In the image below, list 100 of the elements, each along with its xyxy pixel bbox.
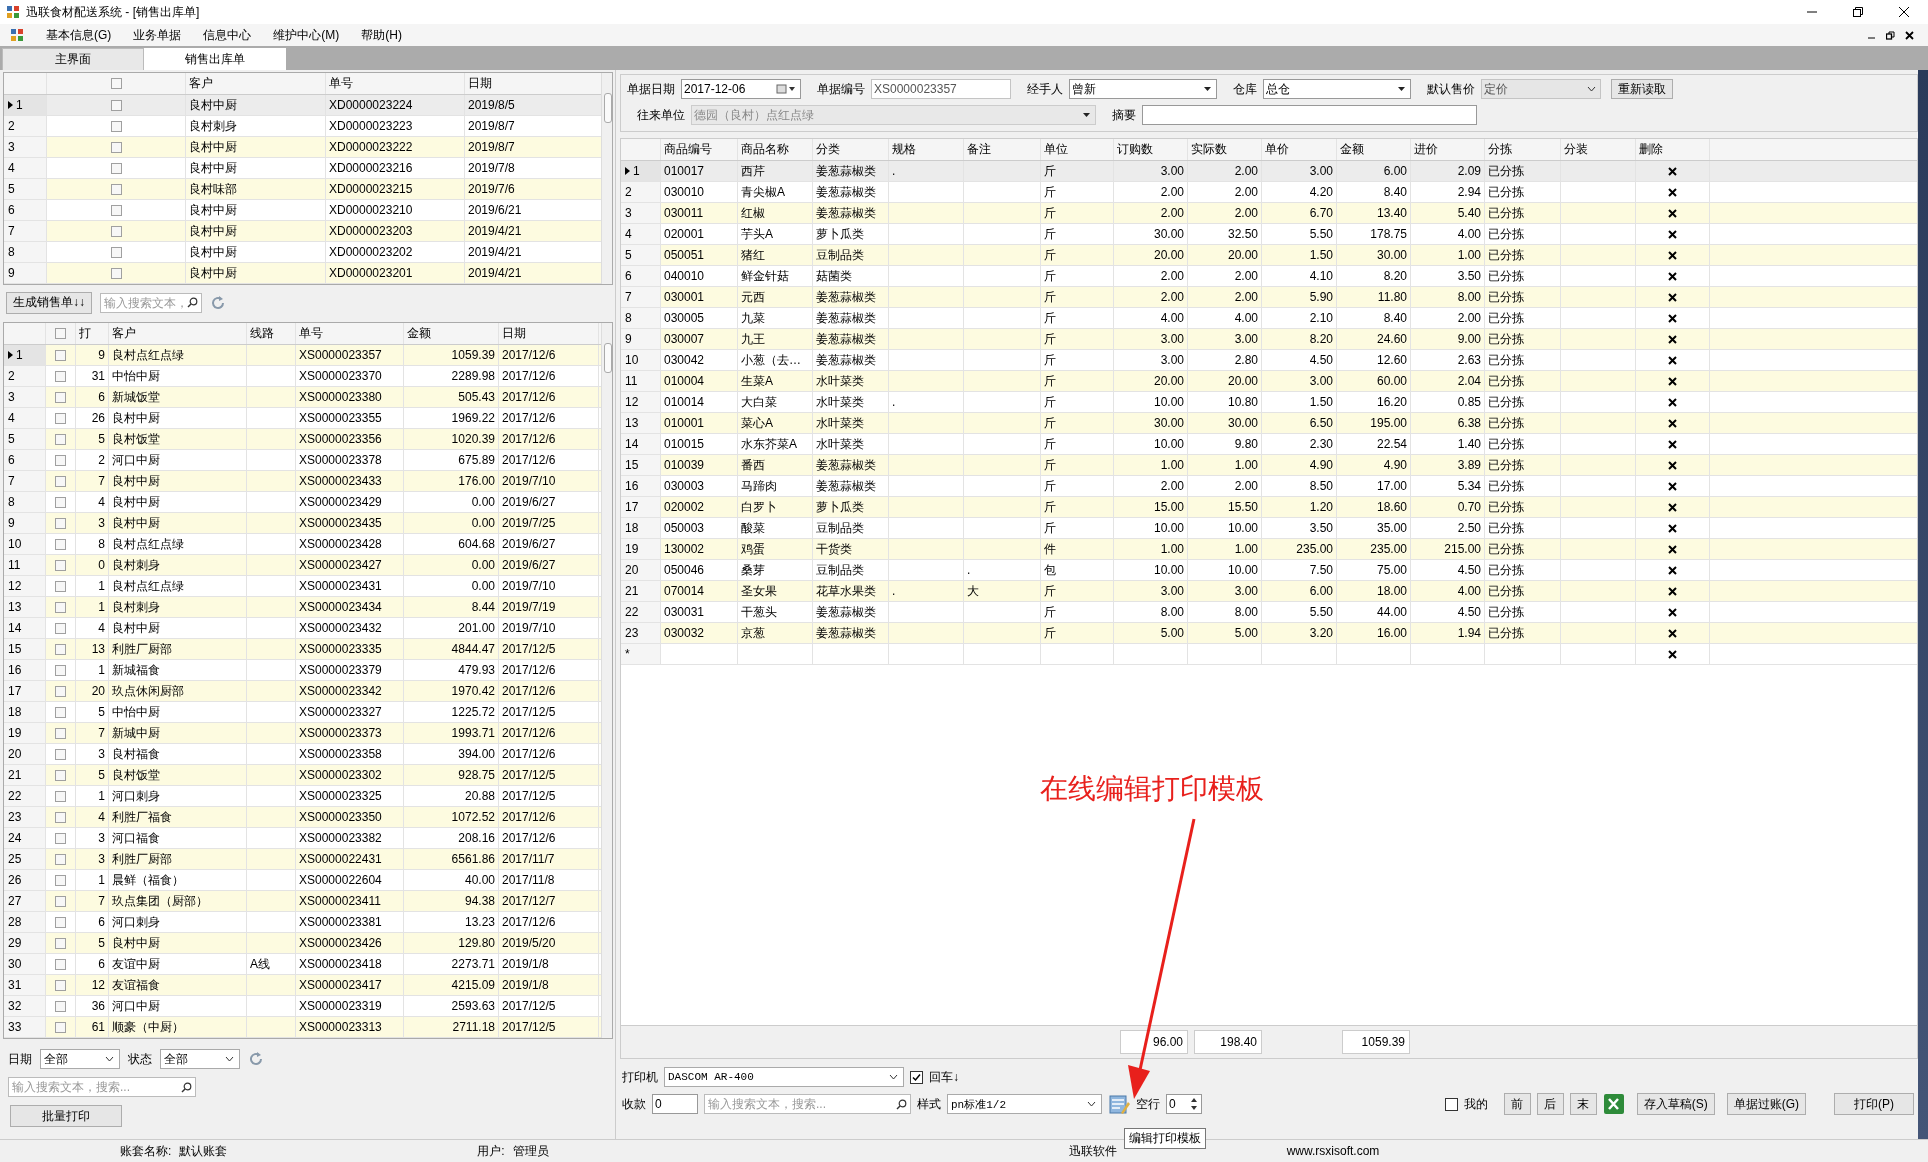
row-header[interactable]: 23 xyxy=(621,623,661,643)
row-header[interactable]: 26 xyxy=(4,870,46,891)
row-header[interactable]: 2 xyxy=(4,366,46,387)
delete-icon[interactable] xyxy=(1668,271,1677,281)
column-header[interactable]: 单号 xyxy=(326,73,465,94)
checkbox[interactable] xyxy=(55,433,66,445)
reload-button[interactable]: 重新读取 xyxy=(1611,79,1673,99)
checkbox[interactable] xyxy=(55,370,66,382)
checkbox[interactable] xyxy=(55,727,66,739)
payment-field[interactable]: 0 xyxy=(652,1094,698,1114)
menu-item[interactable]: 维护中心(M) xyxy=(273,26,340,44)
row-header[interactable]: 11 xyxy=(4,555,46,576)
row-header[interactable]: 21 xyxy=(4,765,46,786)
column-header[interactable]: 规格 xyxy=(889,139,964,160)
row-header[interactable]: 11 xyxy=(621,371,661,391)
delete-icon[interactable] xyxy=(1668,397,1677,407)
row-header[interactable]: 8 xyxy=(4,242,47,262)
row-header[interactable]: 8 xyxy=(621,308,661,328)
row-header[interactable]: 4 xyxy=(621,224,661,244)
input-field[interactable] xyxy=(1142,105,1477,125)
checkbox[interactable] xyxy=(55,874,66,886)
checkbox[interactable] xyxy=(55,664,66,676)
row-header[interactable]: 3 xyxy=(4,387,46,408)
checkbox[interactable] xyxy=(55,412,66,424)
delete-icon[interactable] xyxy=(1668,250,1677,260)
generate-button[interactable]: 生成销售单↓↓ xyxy=(6,291,92,314)
row-header[interactable]: 9 xyxy=(621,329,661,349)
delete-icon[interactable] xyxy=(1668,523,1677,533)
column-header[interactable]: 线路 xyxy=(247,323,296,345)
row-header[interactable]: 19 xyxy=(621,539,661,559)
row-header[interactable]: 2 xyxy=(621,182,661,202)
delete-icon[interactable] xyxy=(1668,376,1677,386)
delete-icon[interactable] xyxy=(1668,481,1677,491)
column-header[interactable]: 删除 xyxy=(1636,139,1710,160)
search-icon[interactable] xyxy=(896,1098,907,1110)
delete-icon[interactable] xyxy=(1668,565,1677,575)
checkbox[interactable] xyxy=(55,895,66,907)
row-header[interactable]: 3 xyxy=(4,137,47,157)
checkbox[interactable] xyxy=(110,267,122,279)
checkbox[interactable] xyxy=(1444,1097,1458,1111)
checkbox[interactable] xyxy=(55,937,66,949)
checkbox[interactable] xyxy=(910,1070,923,1084)
delete-icon[interactable] xyxy=(1668,607,1677,617)
row-header[interactable]: 7 xyxy=(4,471,46,492)
dropdown[interactable]: 总仓 xyxy=(1263,79,1411,99)
row-header[interactable]: 13 xyxy=(4,597,46,618)
tab[interactable]: 销售出库单 xyxy=(144,48,286,70)
row-header[interactable]: 16 xyxy=(621,476,661,496)
scrollbar[interactable] xyxy=(601,323,612,1039)
template-edit-icon[interactable] xyxy=(1108,1093,1130,1115)
column-header[interactable]: 备注 xyxy=(964,139,1041,160)
delete-icon[interactable] xyxy=(1668,628,1677,638)
delete-icon[interactable] xyxy=(1668,334,1677,344)
row-header[interactable]: 16 xyxy=(4,660,46,681)
row-header[interactable]: 20 xyxy=(621,560,661,580)
search-field[interactable]: 输入搜索文本， xyxy=(100,292,202,313)
delete-icon[interactable] xyxy=(1668,355,1677,365)
delete-icon[interactable] xyxy=(1668,586,1677,596)
checkbox[interactable] xyxy=(55,1021,66,1033)
action-button[interactable]: 存入草稿(S) xyxy=(1636,1093,1715,1115)
checkbox[interactable] xyxy=(110,78,122,89)
row-header[interactable]: 4 xyxy=(4,408,46,429)
row-header[interactable]: 15 xyxy=(621,455,661,475)
search-icon[interactable] xyxy=(181,1081,192,1093)
checkbox[interactable] xyxy=(55,916,66,928)
menu-item[interactable]: 帮助(H) xyxy=(361,26,402,44)
row-header[interactable]: 1 xyxy=(4,95,47,115)
checkbox[interactable] xyxy=(55,538,66,550)
column-header[interactable]: 单号 xyxy=(296,323,404,345)
checkbox[interactable] xyxy=(55,391,66,403)
row-header[interactable]: 23 xyxy=(4,807,46,828)
row-header[interactable]: 10 xyxy=(621,350,661,370)
refresh-icon[interactable] xyxy=(248,1051,264,1068)
row-header[interactable]: 3 xyxy=(621,203,661,223)
checkbox[interactable] xyxy=(55,601,66,613)
caret-icon[interactable] xyxy=(1203,86,1212,92)
spreadsheet-icon[interactable] xyxy=(1602,1093,1625,1115)
delete-icon[interactable] xyxy=(1668,460,1677,470)
column-header[interactable]: 打 xyxy=(76,323,109,345)
checkbox[interactable] xyxy=(110,225,122,237)
row-header[interactable]: 5 xyxy=(4,179,47,199)
nav-button[interactable]: 后 xyxy=(1536,1093,1564,1115)
menu-item[interactable]: 业务单据 xyxy=(133,26,182,44)
delete-icon[interactable] xyxy=(1668,166,1677,176)
checkbox[interactable] xyxy=(55,559,66,571)
checkbox[interactable] xyxy=(110,162,122,174)
dropdown[interactable]: 曾新 xyxy=(1069,79,1217,99)
row-header[interactable]: 4 xyxy=(4,158,47,178)
column-header[interactable]: 客户 xyxy=(109,323,247,345)
row-header[interactable]: 20 xyxy=(4,744,46,765)
column-header[interactable]: 金额 xyxy=(404,323,499,345)
row-header[interactable]: 24 xyxy=(4,828,46,849)
checkbox[interactable] xyxy=(110,141,122,153)
row-header[interactable]: 32 xyxy=(4,996,46,1017)
nav-button[interactable]: 前 xyxy=(1503,1093,1531,1115)
column-header[interactable]: 实际数 xyxy=(1188,139,1262,160)
close-icon[interactable] xyxy=(1898,6,1910,18)
calendar-dropdown-icon[interactable] xyxy=(776,84,796,94)
caret-icon[interactable] xyxy=(1397,86,1406,92)
row-header[interactable]: 27 xyxy=(4,891,46,912)
